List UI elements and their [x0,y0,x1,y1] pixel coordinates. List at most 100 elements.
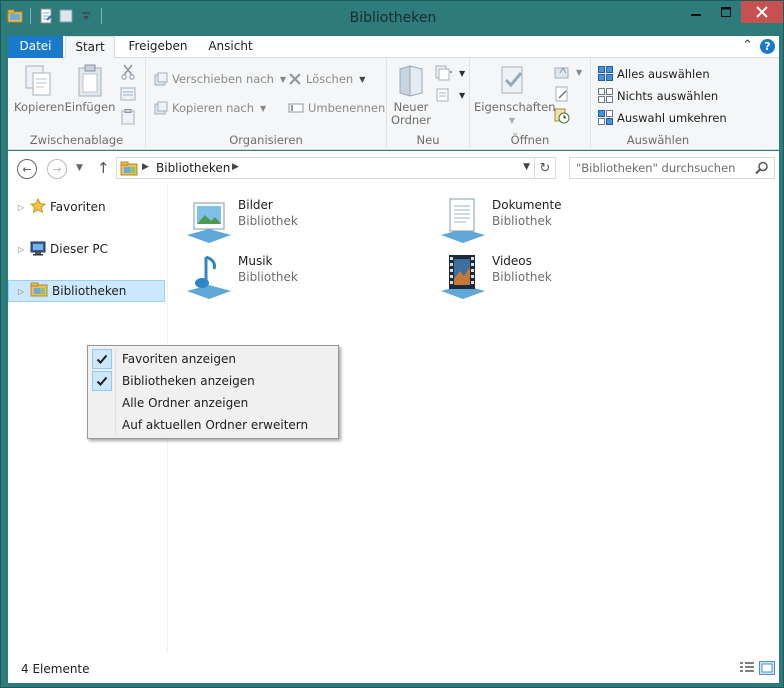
breadcrumb-separator-icon[interactable]: ▶ [142,162,149,172]
open-icon [554,67,569,79]
close-button[interactable] [741,1,783,23]
chevron-down-icon: ▼ [260,103,267,113]
select-all-button[interactable]: Alles auswählen [598,66,710,81]
copy-path-button[interactable] [120,87,136,101]
address-bar[interactable]: ▶ Bibliotheken ▶ ▼ [116,157,535,179]
group-select: Alles auswählen Nichts auswählen Auswahl… [591,58,727,150]
paste-shortcut-button[interactable] [121,109,135,125]
library-type: Bibliothek [492,214,552,228]
window-title: Bibliotheken [349,10,437,26]
library-item-musik[interactable]: Musik Bibliothek [184,253,298,301]
menu-item-expand-to-current-folder[interactable]: Auf aktuellen Ordner erweitern [90,414,336,436]
checkmark-icon [92,371,112,391]
chevron-down-icon: ▼ [508,116,516,125]
breadcrumb-libraries[interactable]: Bibliotheken [156,161,230,175]
refresh-button[interactable]: ↻ [535,157,556,179]
checkmark-icon [92,349,112,369]
back-button[interactable]: ← [17,159,37,179]
new-folder-label-line2: Ordner [391,113,431,127]
expand-arrow-icon[interactable]: ▷ [14,287,28,296]
large-icons-view-icon[interactable] [759,661,775,678]
library-item-videos[interactable]: Videos Bibliothek [438,253,552,301]
open-button[interactable]: ▼ [554,64,582,80]
tab-ansicht[interactable]: Ansicht [203,36,258,58]
new-folder-button[interactable]: Neuer Ordner [390,64,432,127]
tab-datei[interactable]: Datei [8,36,63,58]
navigation-pane-context-menu: Favoriten anzeigen Bibliotheken anzeigen… [87,345,339,439]
chevron-down-icon: ▼ [359,74,366,84]
menu-item-show-all-folders[interactable]: Alle Ordner anzeigen [90,392,336,414]
history-button[interactable] [554,108,570,124]
title-bar: Bibliotheken [1,1,784,35]
details-view-icon[interactable] [739,661,755,678]
copy-to-button[interactable]: Kopieren nach ▼ [154,101,266,115]
ribbon-tabs: Datei Start Freigeben Ansicht ⌃ ? [8,36,779,59]
search-input[interactable] [576,160,746,176]
tree-item-favorites[interactable]: ▷ Favoriten [8,196,165,218]
library-type: Bibliothek [492,270,552,284]
easy-access-button[interactable]: ▼ [435,87,465,103]
move-to-label: Verschieben nach [172,72,274,86]
chevron-down-icon[interactable]: ▼ [523,162,530,172]
search-icon[interactable] [755,161,769,178]
tab-start[interactable]: Start [65,36,115,59]
properties-button[interactable]: Eigenschaften ▼ [474,64,556,127]
library-text: Videos Bibliothek [492,253,552,285]
ribbon-collapse-icon[interactable]: ⌃ [742,38,753,53]
copy-icon [25,65,51,96]
select-none-button[interactable]: Nichts auswählen [598,88,718,103]
paste-label: Einfügen [64,100,116,114]
edit-icon [555,86,568,102]
edit-button[interactable] [554,86,570,102]
library-item-dokumente[interactable]: Dokumente Bibliothek [438,197,562,245]
maximize-icon [721,7,731,17]
expand-arrow-icon[interactable]: ▷ [14,245,28,254]
minimize-button[interactable] [681,1,711,23]
breadcrumb-separator-icon[interactable]: ▶ [232,162,239,172]
arrow-right-icon: → [52,162,62,176]
copy-to-icon [154,101,168,115]
forward-button[interactable]: → [47,159,67,179]
maximize-button[interactable] [711,1,741,23]
group-label-select: Auswählen [626,133,690,147]
move-to-button[interactable]: Verschieben nach ▼ [154,72,286,86]
expand-arrow-icon[interactable]: ▷ [14,203,28,212]
select-none-icon [598,88,613,103]
library-name: Bilder [238,198,273,212]
help-button[interactable]: ? [760,39,775,54]
library-text: Musik Bibliothek [238,253,298,285]
menu-item-show-favorites[interactable]: Favoriten anzeigen [90,348,336,370]
paste-button[interactable]: Einfügen [64,64,116,114]
group-label-open: Öffnen [510,133,550,147]
search-box[interactable] [569,157,775,179]
navigation-bar: ← → ▼ ↑ ▶ Bibliotheken ▶ ▼ ↻ [8,151,779,185]
copy-button[interactable]: Kopieren [14,64,65,114]
invert-selection-label: Auswahl umkehren [617,110,727,125]
invert-selection-icon [598,110,613,125]
ribbon: Kopieren Einfügen Zwischenablage Verschi… [8,58,779,150]
delete-button[interactable]: Löschen ▼ [288,72,365,86]
invert-selection-button[interactable]: Auswahl umkehren [598,110,727,125]
group-label-organize: Organisieren [229,133,303,147]
menu-item-label: Auf aktuellen Ordner erweitern [122,418,309,432]
recent-locations-dropdown[interactable]: ▼ [76,163,83,173]
rename-icon [288,103,304,113]
libraries-folder-icon [30,282,48,300]
library-item-bilder[interactable]: Bilder Bibliothek [184,197,298,245]
library-name: Dokumente [492,198,562,212]
properties-check-icon [501,66,523,94]
cut-button[interactable] [121,64,135,80]
tab-freigeben[interactable]: Freigeben [123,36,193,58]
up-button[interactable]: ↑ [97,159,110,177]
copy-label: Kopieren [14,100,65,114]
select-none-label: Nichts auswählen [617,88,719,103]
libraries-folder-icon [120,161,138,179]
menu-item-show-libraries[interactable]: Bibliotheken anzeigen [90,370,336,392]
new-item-button[interactable]: ▼ [435,65,465,81]
paste-shortcut-icon [121,109,135,125]
tree-item-libraries[interactable]: ▷ Bibliotheken [8,280,165,302]
tree-item-this-pc[interactable]: ▷ Dieser PC [8,238,165,260]
rename-button[interactable]: Umbenennen [288,101,385,115]
properties-label: Eigenschaften [474,100,556,114]
chevron-down-icon: ▼ [459,68,466,78]
